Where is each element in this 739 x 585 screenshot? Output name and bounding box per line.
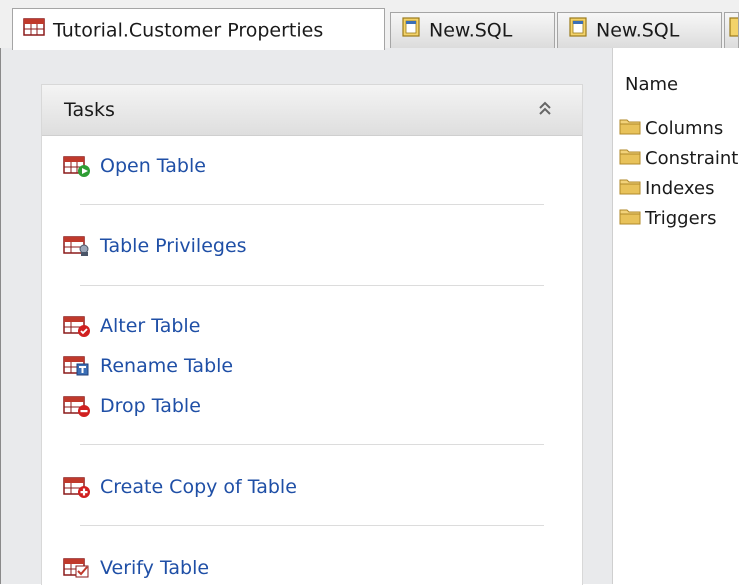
tab-label: Tutorial.Customer Properties [53, 19, 324, 42]
verify-table-link[interactable]: Verify Table [62, 554, 209, 582]
tasks-panel: Tasks Open Table Table Privileges Alter … [41, 84, 583, 585]
separator [80, 444, 544, 445]
separator [80, 525, 544, 526]
table-privileges-link[interactable]: Table Privileges [62, 232, 247, 260]
tree-item-indexes[interactable]: Indexes [619, 176, 714, 200]
rename-table-link[interactable]: Rename Table [62, 352, 233, 380]
alter-table-icon [62, 314, 94, 338]
separator [80, 285, 544, 286]
table-privileges-icon [62, 234, 94, 258]
verify-table-icon [62, 556, 94, 580]
tree-item-label: Columns [645, 117, 724, 139]
separator [80, 204, 544, 205]
open-table-link[interactable]: Open Table [62, 152, 206, 180]
drop-table-link[interactable]: Drop Table [62, 392, 201, 420]
tab-customer-properties[interactable]: Tutorial.Customer Properties [12, 8, 385, 50]
sql-document-icon [401, 14, 421, 48]
tree-item-label: Indexes [645, 177, 715, 199]
tree-item-label: Triggers [645, 207, 717, 229]
drop-table-icon [62, 394, 94, 418]
object-tree-pane: Name Columns Constraints Indexes Trigger… [612, 48, 739, 584]
rename-table-icon [62, 354, 94, 378]
sql-document-icon [728, 14, 738, 48]
tab-new-sql-2[interactable]: New.SQL [557, 12, 722, 48]
copy-table-icon [62, 475, 94, 499]
tree-item-triggers[interactable]: Triggers [619, 206, 716, 230]
open-table-icon [62, 154, 94, 178]
tab-label: New.SQL [596, 19, 680, 42]
alter-table-link[interactable]: Alter Table [62, 312, 200, 340]
tasks-title: Tasks [64, 99, 115, 121]
table-icon [23, 10, 45, 51]
tab-overflow[interactable] [724, 12, 739, 48]
folder-icon [619, 207, 641, 229]
task-label: Table Privileges [100, 235, 247, 257]
task-label: Open Table [100, 155, 206, 177]
tab-label: New.SQL [429, 19, 513, 42]
create-copy-table-link[interactable]: Create Copy of Table [62, 473, 297, 501]
sql-document-icon [568, 14, 588, 48]
task-label: Verify Table [100, 557, 210, 579]
double-chevron-up-icon[interactable] [534, 97, 556, 121]
tree-item-columns[interactable]: Columns [619, 116, 723, 140]
tab-new-sql-1[interactable]: New.SQL [390, 12, 555, 48]
task-label: Drop Table [100, 395, 201, 417]
name-column-header[interactable]: Name [625, 74, 678, 95]
tree-item-constraints[interactable]: Constraints [619, 146, 739, 170]
task-pane: Tasks Open Table Table Privileges Alter … [0, 48, 612, 585]
task-label: Rename Table [100, 355, 234, 377]
folder-icon [619, 117, 641, 139]
task-label: Create Copy of Table [100, 476, 297, 498]
tree-item-label: Constraints [645, 147, 739, 169]
tasks-header[interactable]: Tasks [42, 85, 582, 136]
folder-icon [619, 177, 641, 199]
folder-icon [619, 147, 641, 169]
task-label: Alter Table [100, 315, 201, 337]
tab-strip: Tutorial.Customer Properties New.SQL New… [0, 0, 739, 50]
